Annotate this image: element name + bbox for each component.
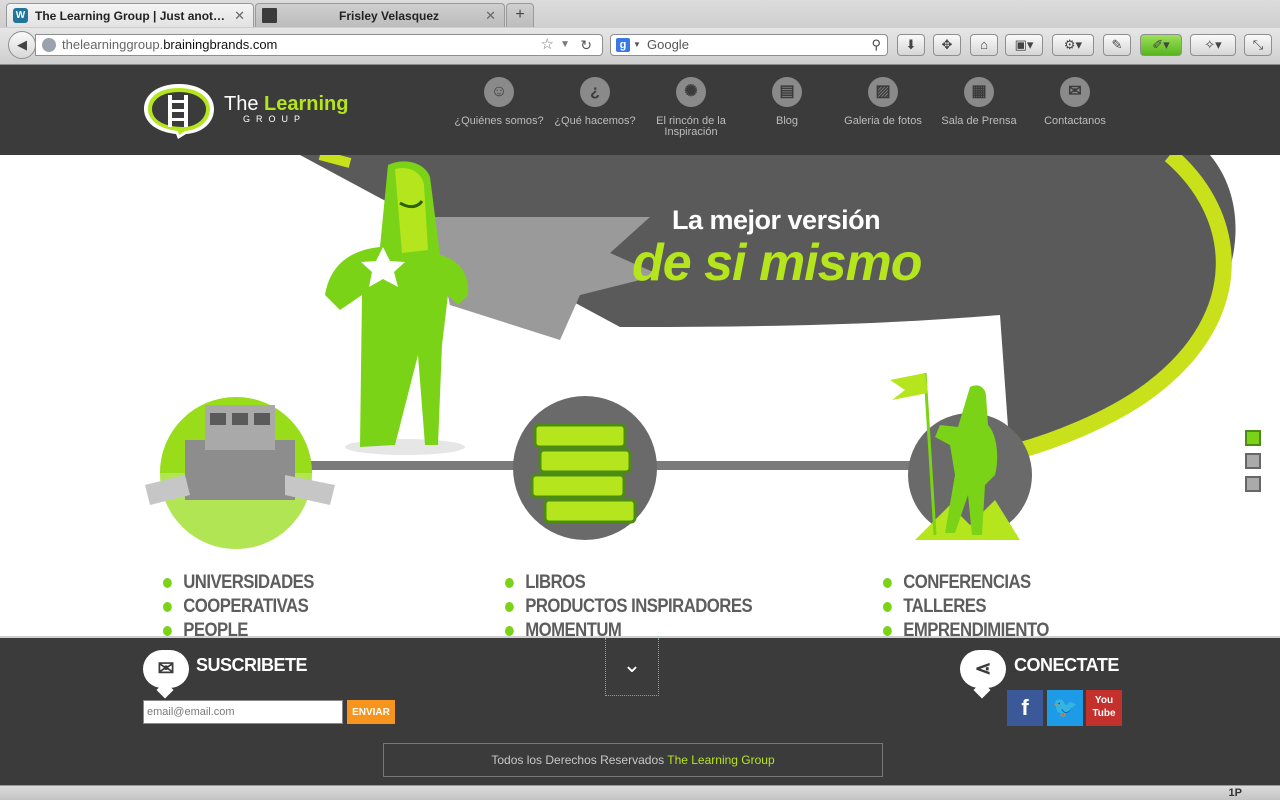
hero-tagline-line1: La mejor versión [672,205,881,235]
slider-dot-2[interactable] [1245,453,1261,469]
site-footer: ✉ SUSCRIBETE ENVIAR ⌄ ⋖ CONECTATE f 🐦 Yo… [0,636,1280,785]
photo-icon: ▨ [868,77,898,107]
services-list-libros: LIBROS PRODUCTOS INSPIRADORES MOMENTUM [505,571,786,643]
hero-tagline-line2: de si mismo [632,234,923,292]
reload-icon[interactable]: ↻ [580,35,592,55]
tab-close-icon[interactable]: ✕ [485,8,496,24]
lightbulb-icon: ✺ [676,77,706,107]
url-scheme: thelearninggroup. [62,37,164,52]
browser-chrome: W The Learning Group | Just anot… ✕ Fris… [0,0,1280,65]
extension-icon[interactable]: ✥ [933,34,961,56]
nav-quienes-somos[interactable]: ☺ ¿Quiénes somos? [451,77,547,127]
back-button[interactable]: ◀ [8,31,36,59]
fullscreen-icon[interactable]: ⤡ [1244,34,1272,56]
color-picker-icon[interactable]: ✐▾ [1140,34,1182,56]
send-button[interactable]: ENVIAR [347,700,395,724]
page-icon [262,8,277,23]
copyright-brand-link[interactable]: The Learning Group [667,753,774,767]
search-engine-dropdown-icon[interactable]: ▼ [633,35,641,55]
browser-toolbar: ◀ thelearninggroup.brainingbrands.com ☆ … [0,28,1280,64]
slider-dot-3[interactable] [1245,476,1261,492]
url-host: brainingbrands.com [163,37,278,52]
bookmarks-menu-icon[interactable]: ▣▾ [1005,34,1043,56]
tab-learning-group[interactable]: W The Learning Group | Just anot… ✕ [6,3,254,27]
hero-illustration [145,155,1236,549]
nav-rincon-inspiracion[interactable]: ✺ El rincón de la Inspiración [643,77,739,138]
list-item[interactable]: COOPERATIVAS [163,595,314,619]
person-icon: ☺ [484,77,514,107]
nav-blog[interactable]: ▤ Blog [739,77,835,127]
facebook-icon[interactable]: f [1007,690,1043,726]
subscribe-title: SUSCRIBETE [196,655,308,675]
nav-galeria-fotos[interactable]: ▨ Galeria de fotos [835,77,931,127]
search-icon[interactable]: ⚲ [871,35,881,55]
slider-pagination [1245,430,1261,499]
press-icon: ▦ [964,77,994,107]
list-item[interactable]: UNIVERSIDADES [163,571,314,595]
list-item[interactable]: CONFERENCIAS [883,571,1049,595]
tab-title: Frisley Velasquez [339,8,440,23]
list-item[interactable]: LIBROS [505,571,752,595]
youtube-icon[interactable]: You Tube [1086,690,1122,726]
tab-close-icon[interactable]: ✕ [234,8,245,24]
connect-title: CONECTATE [1014,655,1119,675]
nav-sala-prensa[interactable]: ▦ Sala de Prensa [931,77,1027,127]
wrench-icon[interactable]: ✎ [1103,34,1131,56]
globe-icon [42,38,56,52]
logo-icon[interactable] [142,81,216,139]
download-icon[interactable]: ⬇ [897,34,925,56]
email-field[interactable] [143,700,343,724]
logo-subtext: GROUP [243,114,307,124]
envelope-bubble-icon: ✉ [143,650,189,688]
services-list-conferencias: CONFERENCIAS TALLERES EMPRENDIMIENTO [883,571,1071,643]
share-bubble-icon: ⋖ [960,650,1006,688]
site-header: The Learning GROUP ☺ ¿Quiénes somos? ¿ ¿Qu… [0,65,1280,155]
chevron-down-icon[interactable]: ⌄ [605,638,659,696]
list-item[interactable]: PRODUCTOS INSPIRADORES [505,595,753,619]
gear-icon[interactable]: ⚙▾ [1052,34,1094,56]
new-tab-button[interactable]: + [506,3,534,27]
tab-frisley[interactable]: Frisley Velasquez ✕ [255,3,505,27]
wordpress-icon: W [13,8,28,23]
tools-menu-icon[interactable]: ✧▾ [1190,34,1236,56]
copyright-box: Todos los Derechos Reservados The Learni… [383,743,883,777]
bookmark-star-icon[interactable]: ☆ [541,35,554,55]
url-dropdown-icon[interactable]: ▼ [560,35,570,55]
web-page: The Learning GROUP ☺ ¿Quiénes somos? ¿ ¿Qu… [0,65,1280,785]
envelope-icon: ✉ [1060,77,1090,107]
search-placeholder: Google [647,37,689,52]
url-bar[interactable]: thelearninggroup.brainingbrands.com ☆ ▼ … [35,34,603,56]
nav-que-hacemos[interactable]: ¿ ¿Qué hacemos? [547,77,643,127]
list-item[interactable]: TALLERES [883,595,1049,619]
question-icon: ¿ [580,77,610,107]
search-bar[interactable]: g ▼ Google ⚲ [610,34,888,56]
logo-text[interactable]: The Learning [224,93,348,116]
slider-dot-1[interactable] [1245,430,1261,446]
google-icon: g [616,38,630,52]
twitter-icon[interactable]: 🐦 [1047,690,1083,726]
hero-banner: La mejor versión de si mismo [0,155,1280,637]
onepassword-icon[interactable]: 1P [1229,787,1242,799]
browser-status-bar: 1P [0,785,1280,800]
tab-title: The Learning Group | Just anot… [35,8,226,23]
nav-contactanos[interactable]: ✉ Contactanos [1027,77,1123,127]
home-icon[interactable]: ⌂ [970,34,998,56]
document-icon: ▤ [772,77,802,107]
services-list-universidades: UNIVERSIDADES COOPERATIVAS PEOPLE [163,571,334,643]
